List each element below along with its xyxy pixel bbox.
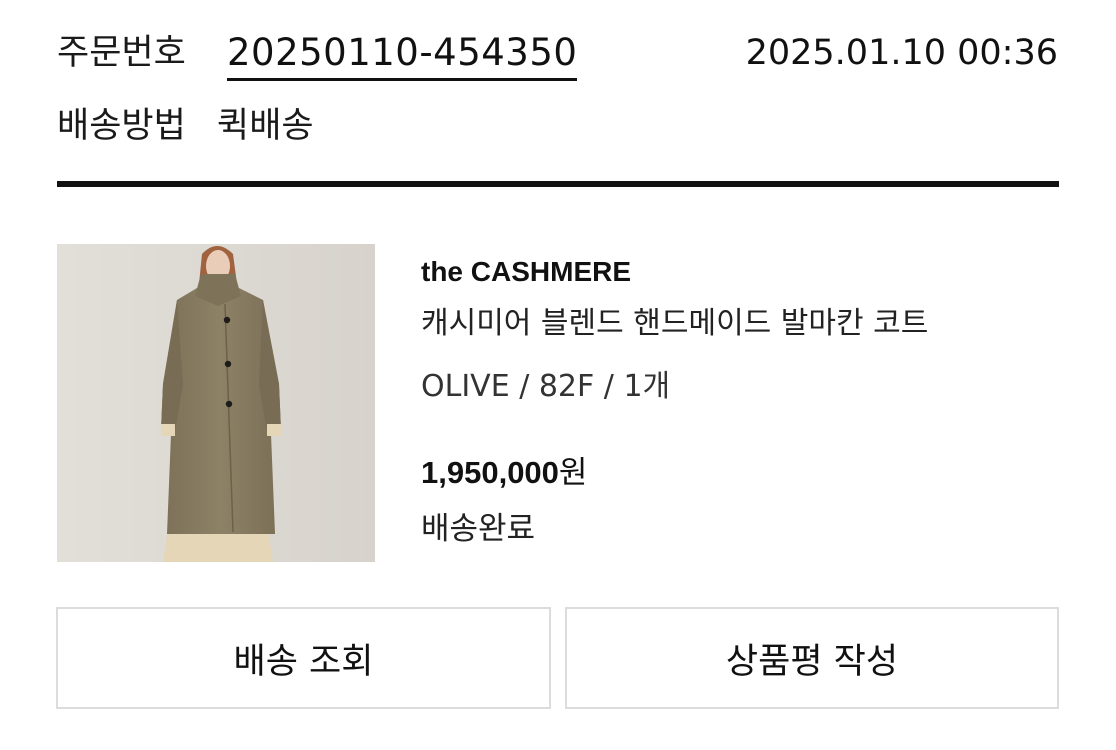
product-option: OLIVE / 82F / 1개	[421, 369, 671, 404]
order-number-label: 주문번호	[57, 33, 186, 73]
write-review-button[interactable]: 상품평 작성	[565, 607, 1059, 709]
price-unit: 원	[558, 455, 588, 491]
shipping-method-value: 퀵배송	[217, 106, 314, 146]
track-delivery-button[interactable]: 배송 조회	[56, 607, 551, 709]
order-number-link[interactable]: 20250110-454350	[227, 31, 578, 81]
coat-model-photo-icon	[57, 244, 375, 562]
product-price: 1,950,000원	[421, 453, 587, 493]
price-value: 1,950,000	[421, 455, 559, 490]
product-image[interactable]	[57, 244, 375, 562]
section-divider	[57, 181, 1059, 187]
order-datetime: 2025.01.10 00:36	[745, 33, 1058, 73]
delivery-status: 배송완료	[421, 511, 536, 547]
shipping-method-label: 배송방법	[57, 106, 186, 146]
product-name[interactable]: 캐시미어 블렌드 핸드메이드 발마칸 코트	[421, 305, 928, 343]
product-brand[interactable]: the CASHMERE	[421, 254, 631, 290]
